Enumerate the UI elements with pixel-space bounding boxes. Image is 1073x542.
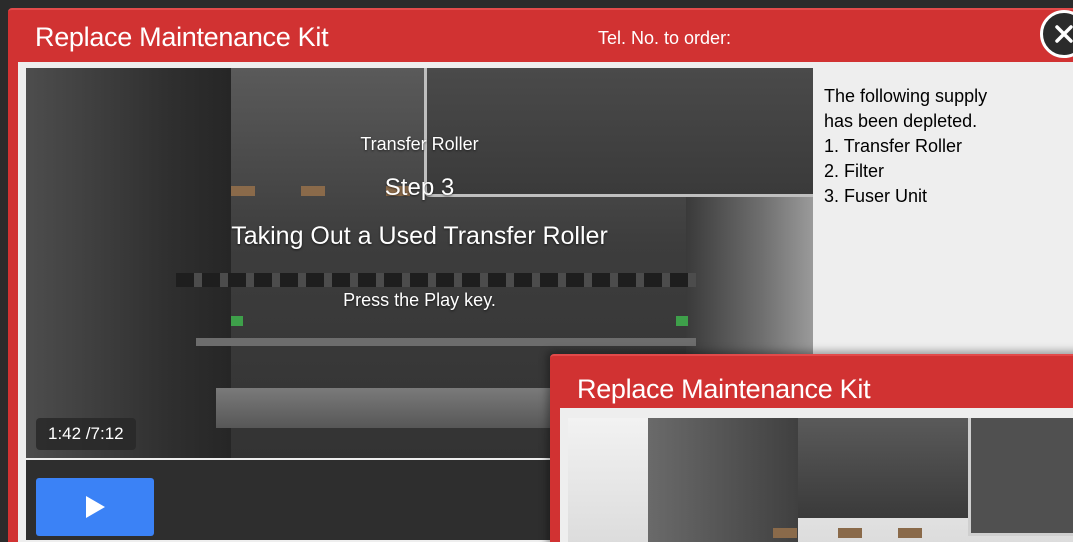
dialog-content: [560, 408, 1073, 542]
video-frame-tag: [773, 528, 797, 538]
video-frame-marker: [676, 316, 688, 326]
play-button[interactable]: [36, 478, 154, 536]
video-step: Step 3: [384, 174, 455, 201]
screen: Replace Maintenance Kit Tel. No. to orde…: [0, 0, 1073, 542]
video-hint: Press the Play key.: [343, 290, 496, 310]
video-time: 1:42 /7:12: [36, 418, 136, 450]
dialog-title: Replace Maintenance Kit: [577, 374, 871, 404]
maintenance-dialog-secondary: Replace Maintenance Kit: [550, 354, 1073, 542]
video-heading: Taking Out a Used Transfer Roller: [231, 222, 608, 250]
video-frame-bar: [196, 338, 696, 346]
video-frame-left: [648, 418, 798, 542]
supply-info: The following supply has been depleted. …: [824, 84, 1073, 209]
video-player[interactable]: [568, 418, 1073, 542]
play-icon: [86, 496, 105, 518]
supply-item: 2. Filter: [824, 161, 885, 181]
video-frame-rail: [798, 418, 978, 518]
video-frame-tag: [838, 528, 862, 538]
video-frame-left: [26, 68, 231, 458]
supply-item: 1. Transfer Roller: [824, 136, 963, 156]
dialog-title: Replace Maintenance Kit: [35, 22, 329, 52]
video-subtitle: Transfer Roller: [360, 134, 479, 154]
close-icon: [1055, 25, 1073, 43]
tel-order-label: Tel. No. to order:: [598, 28, 732, 48]
info-line: has been depleted.: [824, 111, 978, 131]
close-button[interactable]: [1040, 10, 1073, 58]
video-frame-panel: [968, 418, 1073, 536]
video-frame-marker: [231, 316, 243, 326]
video-frame-tag: [898, 528, 922, 538]
video-frame-rail: [176, 273, 696, 287]
info-line: The following supply: [824, 86, 988, 106]
supply-item: 3. Fuser Unit: [824, 186, 928, 206]
